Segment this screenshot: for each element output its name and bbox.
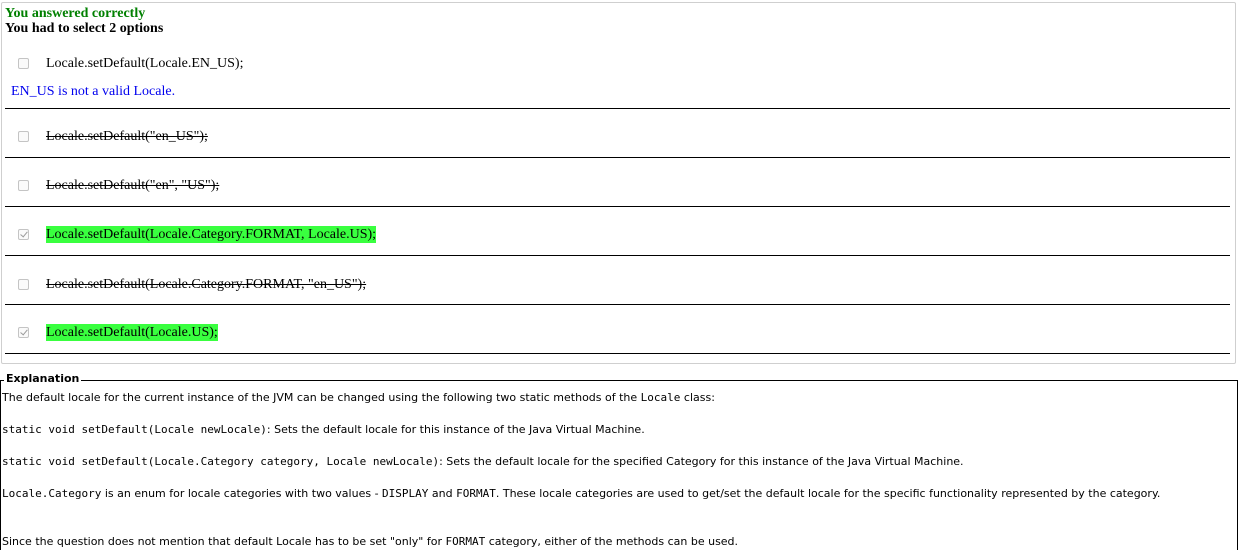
option-3-text: Locale.setDefault("en", "US"); <box>46 178 220 193</box>
option-2-text: Locale.setDefault("en_US"); <box>46 129 208 144</box>
option-5[interactable]: Locale.setDefault(Locale.Category.FORMAT… <box>0 276 1235 296</box>
explanation-paragraph-2: static void setDefault(Locale newLocale)… <box>2 422 1222 437</box>
explanation-text: The default locale for the current insta… <box>2 391 641 404</box>
result-instruction: You had to select 2 options <box>5 21 164 36</box>
option-3[interactable]: Locale.setDefault("en", "US"); <box>0 177 1235 197</box>
result-status: You answered correctly <box>5 6 146 21</box>
code-locale-category: Locale.Category <box>2 487 102 500</box>
option-1[interactable]: Locale.setDefault(Locale.EN_US); <box>0 55 1235 75</box>
option-divider <box>5 206 1230 207</box>
option-6[interactable]: Locale.setDefault(Locale.US); <box>0 324 1235 344</box>
explanation-legend: Explanation <box>4 372 82 386</box>
option-divider <box>5 304 1230 305</box>
option-6-checkbox[interactable] <box>18 327 29 338</box>
option-divider <box>5 353 1230 354</box>
explanation-text: is an enum for locale categories with tw… <box>101 487 383 500</box>
explanation-text: category, either of the methods can be u… <box>485 535 739 548</box>
option-divider <box>5 157 1230 158</box>
option-1-note: EN_US is not a valid Locale. <box>11 84 176 99</box>
option-1-checkbox[interactable] <box>18 58 29 69</box>
explanation-paragraph-1: The default locale for the current insta… <box>2 390 1222 405</box>
code-display: DISPLAY <box>382 487 429 500</box>
code-method-signature: static void setDefault(Locale newLocale) <box>2 423 267 436</box>
option-1-text: Locale.setDefault(Locale.EN_US); <box>46 56 244 71</box>
explanation-text: . These locale categories are used to ge… <box>495 487 1161 500</box>
explanation-paragraph-3: static void setDefault(Locale.Category c… <box>2 454 1222 469</box>
explanation-text: : Sets the default locale for the specif… <box>439 455 964 468</box>
option-4-checkbox[interactable] <box>18 229 29 240</box>
option-6-text: Locale.setDefault(Locale.US); <box>46 324 218 341</box>
option-4-text: Locale.setDefault(Locale.Category.FORMAT… <box>46 226 377 243</box>
option-2[interactable]: Locale.setDefault("en_US"); <box>0 128 1235 148</box>
option-2-checkbox[interactable] <box>18 131 29 142</box>
code-locale: Locale <box>640 391 681 404</box>
code-method-signature: static void setDefault(Locale.Category c… <box>2 455 440 468</box>
code-format: FORMAT <box>456 487 496 500</box>
explanation-text: : Sets the default locale for this insta… <box>266 423 645 436</box>
option-3-checkbox[interactable] <box>18 180 29 191</box>
explanation-text: and <box>428 487 457 500</box>
option-divider <box>5 255 1230 256</box>
option-divider <box>5 108 1230 109</box>
explanation-text: Since the question does not mention that… <box>2 535 446 548</box>
option-4[interactable]: Locale.setDefault(Locale.Category.FORMAT… <box>0 226 1235 246</box>
explanation-paragraph-4: Locale.Category is an enum for locale ca… <box>2 486 1222 501</box>
option-5-checkbox[interactable] <box>18 279 29 290</box>
option-5-text: Locale.setDefault(Locale.Category.FORMAT… <box>46 277 367 292</box>
explanation-paragraph-5: Since the question does not mention that… <box>2 534 1222 549</box>
explanation-text: class: <box>680 391 715 404</box>
code-format: FORMAT <box>445 535 486 548</box>
